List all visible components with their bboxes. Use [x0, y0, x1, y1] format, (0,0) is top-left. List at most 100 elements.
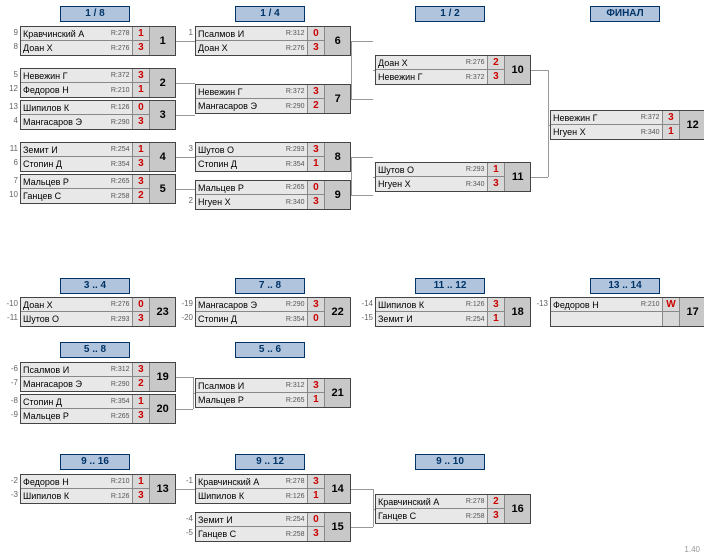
score: 3: [133, 69, 150, 83]
seed: -9: [4, 410, 18, 419]
player-name: Ганцев С: [376, 511, 466, 521]
player-name: Кравчинский А: [21, 29, 111, 39]
score: 3: [308, 85, 325, 99]
player-row: Мангасаров ЭR:290: [196, 99, 307, 113]
player-row: Шутов ОR:293: [21, 312, 132, 326]
bracket-connector: [531, 70, 548, 71]
score: 0: [133, 101, 150, 115]
seed: 1: [179, 28, 193, 37]
score: 3: [488, 298, 505, 312]
player-rating: R:293: [466, 166, 487, 173]
round-label-r56: 5 .. 6: [235, 342, 305, 358]
score: 3: [133, 312, 150, 326]
score: 3: [308, 298, 325, 312]
match-7: Невежин ГR:372Мангасаров ЭR:290327: [195, 84, 351, 114]
match-number: 18: [504, 298, 530, 326]
round-label-r34: 3 .. 4: [60, 278, 130, 294]
player-row: Шипилов КR:126: [196, 489, 307, 503]
player-rating: R:254: [111, 146, 132, 153]
player-rating: R:254: [286, 516, 307, 523]
player-row: Ганцев СR:258: [21, 189, 132, 203]
player-row: [551, 312, 662, 326]
player-row: Шипилов КR:126: [21, 489, 132, 503]
match-10: Доан ХR:276Невежин ГR:3722310: [375, 55, 531, 85]
match-number: 23: [149, 298, 175, 326]
seed: 10: [4, 190, 18, 199]
seed: -3: [4, 490, 18, 499]
score: 3: [308, 475, 325, 489]
player-name: Стопин Д: [21, 397, 111, 407]
match-number: 17: [679, 298, 704, 326]
score: 3: [308, 41, 325, 55]
player-rating: R:210: [111, 478, 132, 485]
player-row: Доан ХR:276: [196, 41, 307, 55]
player-name: Доан Х: [21, 300, 111, 310]
player-row: Стопин ДR:354: [21, 157, 132, 171]
player-rating: R:312: [286, 382, 307, 389]
player-name: Нгуен Х: [376, 179, 466, 189]
bracket-connector: [351, 157, 352, 195]
player-name: Мангасаров Э: [21, 379, 111, 389]
score: 3: [133, 409, 150, 423]
score: 1: [663, 125, 680, 139]
match-number: 10: [504, 56, 530, 84]
player-name: Нгуен Х: [551, 127, 641, 137]
player-row: Псалмов ИR:312: [196, 379, 307, 393]
score: 1: [488, 312, 505, 326]
match-number: 7: [324, 85, 350, 113]
score: 3: [133, 157, 150, 171]
player-rating: R:354: [286, 316, 307, 323]
player-rating: R:290: [111, 119, 132, 126]
match-number: 4: [149, 143, 175, 171]
score: 1: [133, 395, 150, 409]
bracket-connector: [176, 41, 195, 42]
score: 0: [133, 298, 150, 312]
seed: -20: [179, 313, 193, 322]
score: 0: [308, 27, 325, 41]
player-row: Земит ИR:254: [21, 143, 132, 157]
match-number: 19: [149, 363, 175, 391]
score: 3: [308, 379, 325, 393]
round-label-r14: 1 / 4: [235, 6, 305, 22]
player-rating: R:126: [111, 493, 132, 500]
bracket-connector: [548, 70, 549, 177]
player-row: Невежин ГR:372: [551, 111, 662, 125]
player-row: Псалмов ИR:312: [196, 27, 307, 41]
player-row: Шипилов КR:126: [376, 298, 487, 312]
player-row: Нгуен ХR:340: [376, 177, 487, 191]
player-row: Ганцев СR:258: [376, 509, 487, 523]
player-name: Шипилов К: [376, 300, 466, 310]
seed: 12: [4, 84, 18, 93]
match-number: 5: [149, 175, 175, 203]
match-14: Кравчинский АR:278Шипилов КR:1263114: [195, 474, 351, 504]
score: 3: [663, 111, 680, 125]
player-row: Федоров НR:210: [551, 298, 662, 312]
match-19: Псалмов ИR:312Мангасаров ЭR:2903219: [20, 362, 176, 392]
player-rating: R:354: [111, 398, 132, 405]
player-rating: R:254: [466, 316, 487, 323]
player-rating: R:354: [286, 161, 307, 168]
seed: -13: [534, 299, 548, 308]
player-name: Псалмов И: [196, 29, 286, 39]
round-label-r78: 7 .. 8: [235, 278, 305, 294]
player-name: Мангасаров Э: [21, 117, 111, 127]
player-row: Шутов ОR:293: [196, 143, 307, 157]
seed: 5: [4, 70, 18, 79]
seed: 6: [4, 158, 18, 167]
score: 3: [308, 143, 325, 157]
match-4: Земит ИR:254Стопин ДR:354134: [20, 142, 176, 172]
player-name: Доан Х: [376, 58, 466, 68]
score: 0: [308, 181, 325, 195]
round-label-r1112: 11 .. 12: [415, 278, 485, 294]
player-name: Невежин Г: [551, 113, 641, 123]
player-name: Стопин Д: [21, 159, 111, 169]
match-9: Мальцев РR:265Нгуен ХR:340039: [195, 180, 351, 210]
player-row: Доан ХR:276: [21, 298, 132, 312]
player-rating: R:312: [286, 30, 307, 37]
player-row: Шипилов КR:126: [21, 101, 132, 115]
player-row: Невежин ГR:372: [21, 69, 132, 83]
seed: -15: [359, 313, 373, 322]
bracket-connector: [373, 509, 375, 510]
player-row: Мальцев РR:265: [196, 393, 307, 407]
player-name: Стопин Д: [196, 314, 286, 324]
